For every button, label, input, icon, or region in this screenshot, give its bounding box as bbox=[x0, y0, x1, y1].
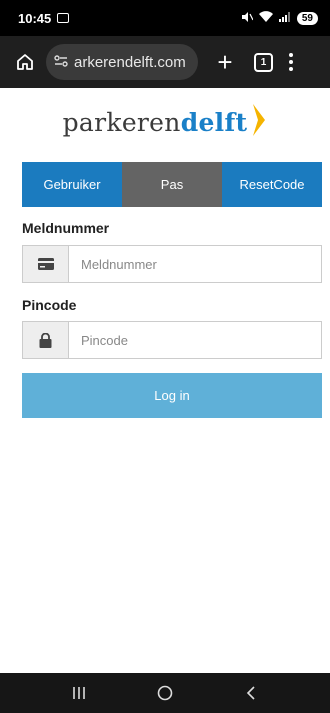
system-nav-bar bbox=[0, 673, 330, 713]
tab-pas[interactable]: Pas bbox=[122, 162, 222, 207]
status-icons: 59 bbox=[241, 11, 318, 25]
url-text: arkerendelft.com bbox=[74, 53, 186, 71]
wifi-icon bbox=[258, 11, 273, 25]
pincode-input[interactable] bbox=[69, 322, 321, 358]
pincode-field bbox=[22, 321, 322, 359]
pincode-label: Pincode bbox=[22, 297, 77, 313]
home-circle-icon[interactable] bbox=[145, 678, 185, 708]
meldnummer-input[interactable] bbox=[69, 246, 321, 282]
logo-text: parkerendelft bbox=[63, 108, 248, 137]
tab-switcher-icon[interactable]: 1 bbox=[254, 52, 273, 72]
more-options-icon[interactable] bbox=[289, 53, 293, 71]
browser-toolbar: arkerendelft.com + 1 bbox=[0, 36, 330, 88]
status-bar: 10:45 59 bbox=[0, 0, 330, 36]
home-icon[interactable] bbox=[10, 47, 40, 77]
site-settings-icon[interactable] bbox=[54, 54, 68, 70]
tab-gebruiker[interactable]: Gebruiker bbox=[22, 162, 122, 207]
site-logo: parkerendelft bbox=[0, 92, 330, 152]
logo-chevron-icon bbox=[251, 103, 267, 142]
new-tab-icon[interactable]: + bbox=[210, 49, 240, 75]
logo-part1: parkeren bbox=[62, 107, 181, 137]
lock-icon bbox=[23, 322, 69, 358]
screenshot-notification-icon bbox=[57, 13, 70, 23]
signal-icon bbox=[278, 11, 291, 25]
login-button[interactable]: Log in bbox=[22, 373, 322, 418]
meldnummer-field bbox=[22, 245, 322, 283]
address-bar[interactable]: arkerendelft.com bbox=[46, 44, 198, 80]
meldnummer-label: Meldnummer bbox=[22, 220, 110, 236]
card-icon bbox=[23, 246, 69, 282]
tab-resetcode[interactable]: ResetCode bbox=[222, 162, 322, 207]
battery-icon: 59 bbox=[296, 11, 318, 25]
login-method-tabs: Gebruiker Pas ResetCode bbox=[22, 162, 322, 207]
back-icon[interactable] bbox=[231, 678, 271, 708]
logo-part2: delft bbox=[180, 107, 248, 137]
status-time: 10:45 bbox=[18, 10, 52, 26]
recent-apps-icon[interactable] bbox=[59, 678, 99, 708]
mute-icon bbox=[241, 11, 254, 25]
